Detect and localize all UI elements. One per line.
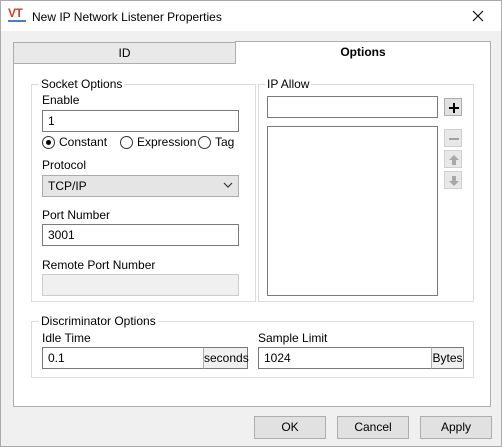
protocol-select[interactable]: TCP/IP xyxy=(42,175,239,197)
idle-time-unit: seconds xyxy=(203,347,249,369)
expression-label: Expression xyxy=(137,135,197,149)
window-title: New IP Network Listener Properties xyxy=(32,10,222,24)
enable-input[interactable]: 1 xyxy=(42,110,239,132)
ip-allow-input[interactable] xyxy=(267,96,438,118)
idle-time-input[interactable]: 0.1 xyxy=(42,347,204,369)
sample-limit-label: Sample Limit xyxy=(258,331,328,345)
arrow-up-icon xyxy=(449,155,459,165)
constant-radio[interactable] xyxy=(42,136,55,149)
socket-options-title: Socket Options xyxy=(39,77,125,91)
ip-allow-title: IP Allow xyxy=(265,77,312,91)
ip-allow-list[interactable] xyxy=(267,126,438,296)
move-up-button[interactable] xyxy=(444,150,462,168)
constant-label: Constant xyxy=(59,135,108,149)
remote-port-input[interactable] xyxy=(42,274,239,296)
port-number-input[interactable]: 3001 xyxy=(42,224,239,246)
remote-port-label: Remote Port Number xyxy=(42,258,156,272)
move-down-button[interactable] xyxy=(444,171,462,189)
apply-button[interactable]: Apply xyxy=(420,416,492,439)
port-number-label: Port Number xyxy=(42,208,111,222)
discriminator-options-title: Discriminator Options xyxy=(39,314,158,328)
arrow-down-icon xyxy=(449,176,459,186)
tab-options[interactable]: Options xyxy=(235,41,491,64)
options-panel: Socket Options Enable 1 Constant Express… xyxy=(13,63,491,407)
expression-radio[interactable] xyxy=(120,136,133,149)
protocol-label: Protocol xyxy=(42,158,87,172)
ok-button[interactable]: OK xyxy=(254,416,326,439)
close-icon xyxy=(472,10,484,22)
plus-icon xyxy=(449,103,459,113)
sample-limit-unit: Bytes xyxy=(431,347,464,369)
properties-dialog: VT New IP Network Listener Properties ID… xyxy=(0,0,502,447)
add-ip-button[interactable] xyxy=(444,98,462,116)
minus-icon xyxy=(449,138,459,140)
cancel-button[interactable]: Cancel xyxy=(337,416,409,439)
enable-label: Enable xyxy=(42,93,80,107)
protocol-value: TCP/IP xyxy=(48,179,87,193)
tab-id[interactable]: ID xyxy=(13,42,236,64)
close-button[interactable] xyxy=(455,1,501,31)
tag-radio[interactable] xyxy=(198,136,211,149)
idle-time-label: Idle Time xyxy=(42,331,91,345)
chevron-down-icon xyxy=(223,182,233,188)
app-logo-icon: VT xyxy=(8,6,26,24)
title-bar: VT New IP Network Listener Properties xyxy=(1,1,501,31)
tag-label: Tag xyxy=(215,135,235,149)
remove-ip-button[interactable] xyxy=(444,129,462,147)
sample-limit-input[interactable]: 1024 xyxy=(258,347,432,369)
